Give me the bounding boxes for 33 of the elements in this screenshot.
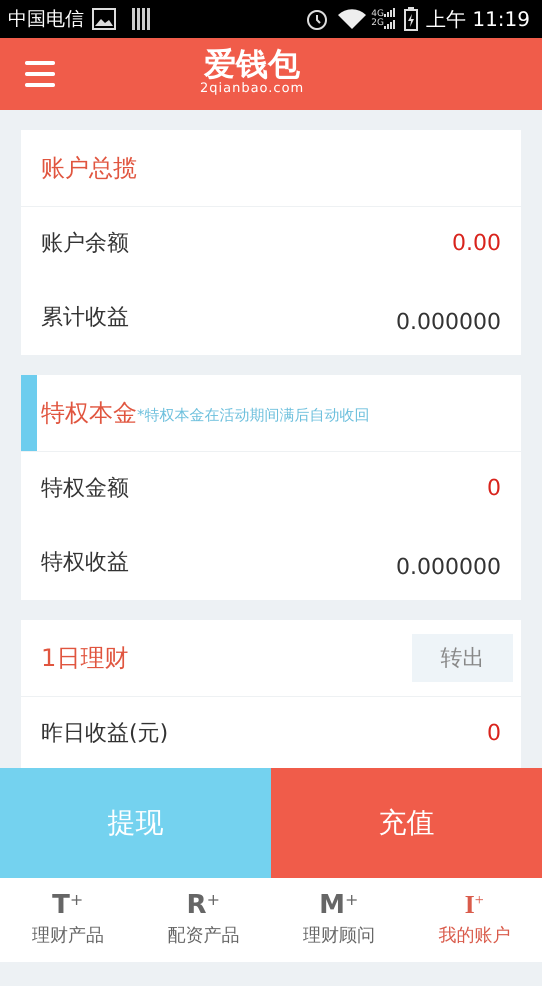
card-title: 特权本金: [41, 398, 137, 429]
row-label: 累计收益: [41, 304, 129, 332]
image-icon: [92, 8, 116, 30]
battery-icon: [404, 7, 418, 31]
row-label: 昨日收益(元): [41, 720, 168, 748]
tab[interactable]: R$^{+}$ 配资产品: [136, 878, 271, 962]
logo-text: 爱钱包: [204, 48, 300, 80]
logo-domain: 2qianbao.com: [200, 82, 304, 95]
card-title: 账户总揽: [41, 153, 137, 184]
clock-time: 上午 11:19: [426, 6, 530, 33]
row-value: 0.000000: [396, 554, 501, 582]
network-label: 2G: [371, 19, 384, 28]
wifi-icon: [337, 7, 368, 31]
row-value: 0.000000: [396, 309, 501, 337]
network-label: 4G: [371, 10, 384, 19]
menu-icon: [24, 59, 56, 89]
tab[interactable]: T$^{+}$ 理财产品: [0, 878, 136, 962]
recharge-button[interactable]: 充值: [271, 768, 542, 878]
row-value: 0: [487, 475, 501, 503]
row-value: 0: [487, 720, 501, 748]
barcode-icon: [132, 8, 150, 30]
tab[interactable]: I$^{+}$ 我的账户: [406, 878, 542, 962]
row-label: 账户余额: [41, 230, 129, 258]
tab[interactable]: M$^{+}$ 理财顾问: [271, 878, 406, 962]
signal-icon: [384, 8, 396, 30]
card-note: *特权本金在活动期间满后自动收回: [137, 404, 370, 426]
row-label: 特权收益: [41, 549, 129, 577]
card-title: 1日理财: [41, 643, 128, 674]
transfer-out-button[interactable]: 转出: [412, 634, 513, 682]
alarm-icon: [305, 7, 330, 31]
carrier-name: 中国电信: [8, 6, 84, 32]
row-value: 0.00: [452, 230, 501, 258]
row-label: 特权金额: [41, 475, 129, 503]
